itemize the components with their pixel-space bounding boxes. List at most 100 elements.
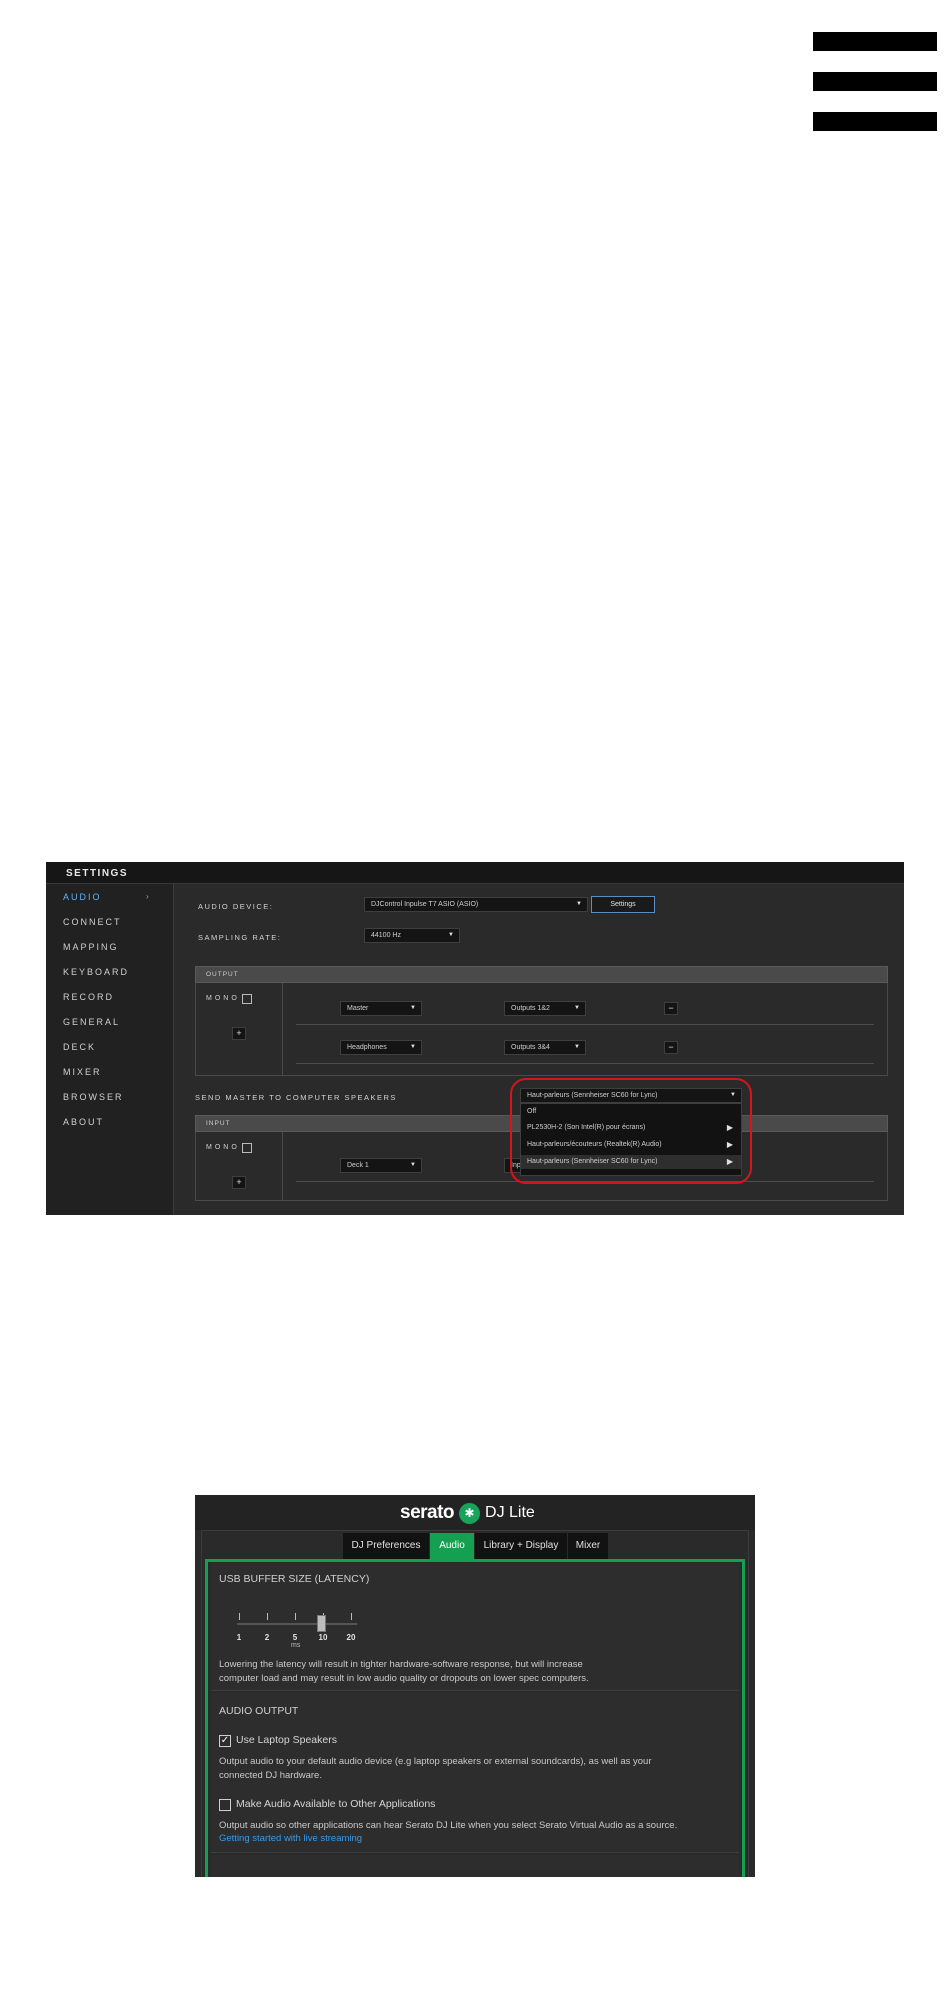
row-divider xyxy=(296,1063,874,1064)
caret-down-icon: ▼ xyxy=(576,901,582,907)
option-label: PL2530H-2 (Son Intel(R) pour écrans) xyxy=(527,1124,646,1131)
other-apps-note: Output audio so other applications can h… xyxy=(219,1820,678,1831)
output-source-dropdown[interactable]: Master ▼ xyxy=(340,1001,422,1016)
laptop-speakers-checkbox[interactable]: ✓ xyxy=(219,1735,231,1747)
input-mono-label: MONO xyxy=(206,1144,240,1151)
tick-label-5: 5 xyxy=(292,1633,298,1642)
serato-wordmark: serato xyxy=(400,1502,455,1523)
input-mono-checkbox[interactable] xyxy=(242,1143,252,1153)
tab-audio[interactable]: Audio xyxy=(430,1533,474,1559)
output-mono-checkbox[interactable] xyxy=(242,994,252,1004)
play-icon: ▶ xyxy=(726,1157,733,1166)
nav-item-audio[interactable]: AUDIO xyxy=(63,892,102,902)
send-master-value: Haut-parleurs (Sennheiser SC60 for Lync) xyxy=(527,1092,658,1099)
tab-library-display[interactable]: Library + Display xyxy=(475,1533,567,1559)
play-icon: ▶ xyxy=(726,1140,733,1149)
buffer-note-line-2: computer load and may result in low audi… xyxy=(219,1673,589,1684)
nav-active-arrow-icon: › xyxy=(146,892,149,901)
djlite-header: serato ✱ DJ Lite xyxy=(195,1495,755,1530)
tick-label-20: 20 xyxy=(346,1633,356,1642)
buffer-slider-thumb[interactable] xyxy=(317,1615,326,1632)
other-apps-label: Make Audio Available to Other Applicatio… xyxy=(236,1798,436,1810)
send-master-options-list: Off PL2530H-2 (Son Intel(R) pour écrans)… xyxy=(520,1103,742,1176)
caret-down-icon: ▼ xyxy=(410,1005,416,1011)
nav-item-mixer[interactable]: MIXER xyxy=(63,1067,102,1077)
audio-device-value: DJControl Inpulse T7 ASIO (ASIO) xyxy=(371,901,479,908)
nav-item-browser[interactable]: BROWSER xyxy=(63,1092,124,1102)
output-source-dropdown[interactable]: Headphones ▼ xyxy=(340,1040,422,1055)
output-dest-value: Outputs 1&2 xyxy=(511,1005,550,1012)
other-apps-checkbox[interactable] xyxy=(219,1799,231,1811)
settings-sidebar: AUDIO › CONNECT MAPPING KEYBOARD RECORD … xyxy=(46,884,174,1215)
audio-output-heading: AUDIO OUTPUT xyxy=(219,1705,299,1717)
slider-tick xyxy=(295,1613,296,1620)
hamburger-menu-icon[interactable] xyxy=(813,32,937,134)
option-monitor-speakers[interactable]: PL2530H-2 (Son Intel(R) pour écrans) ▶ xyxy=(521,1121,741,1135)
output-remove-button[interactable]: − xyxy=(664,1002,678,1015)
input-add-button[interactable]: + xyxy=(232,1176,246,1189)
nav-item-connect[interactable]: CONNECT xyxy=(63,917,122,927)
laptop-speakers-label: Use Laptop Speakers xyxy=(236,1734,337,1746)
djlite-window: serato ✱ DJ Lite DJ Preferences Audio Li… xyxy=(195,1495,755,1877)
tab-dj-preferences[interactable]: DJ Preferences xyxy=(343,1533,429,1559)
nav-item-mapping[interactable]: MAPPING xyxy=(63,942,119,952)
slider-tick xyxy=(267,1613,268,1620)
output-divider xyxy=(282,983,283,1076)
output-dest-dropdown[interactable]: Outputs 1&2 ▼ xyxy=(504,1001,586,1016)
caret-down-icon: ▼ xyxy=(730,1092,736,1098)
tick-label-2: 2 xyxy=(264,1633,270,1642)
option-label: Haut-parleurs/écouteurs (Realtek(R) Audi… xyxy=(527,1141,662,1148)
output-dest-dropdown[interactable]: Outputs 3&4 ▼ xyxy=(504,1040,586,1055)
nav-item-keyboard[interactable]: KEYBOARD xyxy=(63,967,129,977)
output-source-value: Master xyxy=(347,1005,369,1012)
product-name: DJ Lite xyxy=(485,1504,535,1521)
laptop-note-line-2: connected DJ hardware. xyxy=(219,1770,322,1781)
output-add-button[interactable]: + xyxy=(232,1027,246,1040)
send-master-dropdown[interactable]: Haut-parleurs (Sennheiser SC60 for Lync)… xyxy=(520,1088,742,1103)
option-realtek-speakers[interactable]: Haut-parleurs/écouteurs (Realtek(R) Audi… xyxy=(521,1138,741,1152)
nav-item-deck[interactable]: DECK xyxy=(63,1042,96,1052)
output-dest-value: Outputs 3&4 xyxy=(511,1044,550,1051)
output-section-header: OUTPUT xyxy=(195,966,888,983)
menu-bar xyxy=(813,72,937,91)
buffer-note-line-1: Lowering the latency will result in tigh… xyxy=(219,1659,583,1670)
output-remove-button[interactable]: − xyxy=(664,1041,678,1054)
audio-device-dropdown[interactable]: DJControl Inpulse T7 ASIO (ASIO) ▼ xyxy=(364,897,588,912)
slider-tick xyxy=(239,1613,240,1620)
input-source-dropdown[interactable]: Deck 1 ▼ xyxy=(340,1158,422,1173)
laptop-note-line-1: Output audio to your default audio devic… xyxy=(219,1756,652,1767)
buffer-slider-track[interactable] xyxy=(237,1623,357,1625)
device-settings-button[interactable]: Settings xyxy=(591,896,655,913)
input-source-value: Deck 1 xyxy=(347,1162,369,1169)
nav-item-about[interactable]: ABOUT xyxy=(63,1117,104,1127)
buffer-unit: ms xyxy=(291,1642,301,1649)
menu-bar xyxy=(813,32,937,51)
slider-tick xyxy=(351,1613,352,1620)
caret-down-icon: ▼ xyxy=(448,932,454,938)
option-off[interactable]: Off xyxy=(521,1105,741,1119)
settings-title: SETTINGS xyxy=(66,868,129,879)
sampling-rate-label: SAMPLING RATE: xyxy=(198,933,282,942)
nav-item-general[interactable]: GENERAL xyxy=(63,1017,120,1027)
caret-down-icon: ▼ xyxy=(574,1044,580,1050)
sampling-rate-dropdown[interactable]: 44100 Hz ▼ xyxy=(364,928,460,943)
serato-logo-icon: ✱ xyxy=(459,1502,481,1524)
audio-device-label: AUDIO DEVICE: xyxy=(198,902,274,911)
tick-label-1: 1 xyxy=(236,1633,242,1642)
caret-down-icon: ▼ xyxy=(410,1162,416,1168)
next-panel xyxy=(211,1855,739,1877)
sampling-rate-value: 44100 Hz xyxy=(371,932,401,939)
nav-item-record[interactable]: RECORD xyxy=(63,992,114,1002)
caret-down-icon: ▼ xyxy=(574,1005,580,1011)
menu-bar xyxy=(813,112,937,131)
djlite-brand: serato ✱ DJ Lite xyxy=(400,1499,535,1527)
option-label: Haut-parleurs (Sennheiser SC60 for Lync) xyxy=(527,1158,658,1165)
live-streaming-link[interactable]: Getting started with live streaming xyxy=(219,1833,362,1844)
tab-mixer[interactable]: Mixer xyxy=(568,1533,608,1559)
buffer-heading: USB BUFFER SIZE (LATENCY) xyxy=(219,1573,370,1585)
row-divider xyxy=(296,1181,874,1182)
play-icon: ▶ xyxy=(726,1123,733,1132)
option-sennheiser-speakers[interactable]: Haut-parleurs (Sennheiser SC60 for Lync)… xyxy=(521,1155,741,1169)
input-divider xyxy=(282,1132,283,1201)
tick-label-10: 10 xyxy=(318,1633,328,1642)
